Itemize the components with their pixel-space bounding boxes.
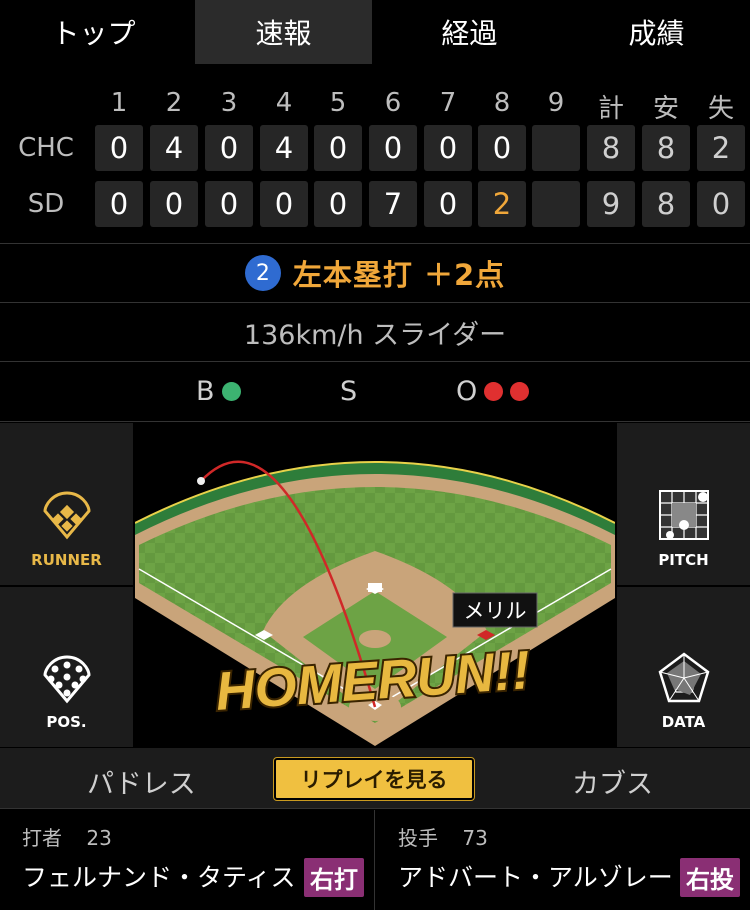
top-tabs: トップ 速報 経過 成績 bbox=[0, 0, 750, 64]
inning-score: 0 bbox=[314, 125, 362, 171]
play-text: 左本塁打 ＋2点 bbox=[292, 258, 506, 292]
tab-stats[interactable]: 成績 bbox=[563, 0, 750, 64]
tab-live[interactable]: 速報 bbox=[195, 0, 372, 64]
data-button[interactable]: DATA bbox=[617, 587, 750, 747]
total-score: 8 bbox=[587, 125, 635, 171]
tab-top[interactable]: トップ bbox=[0, 0, 187, 64]
out-dot bbox=[510, 382, 529, 401]
batter-hand-badge: 右打 bbox=[304, 858, 364, 897]
inning-header: 9 bbox=[547, 88, 565, 118]
inning-header: 失 bbox=[707, 94, 734, 124]
count-indicator: B S O bbox=[0, 362, 750, 420]
inning-score: 0 bbox=[95, 181, 143, 227]
inning-score: 4 bbox=[260, 125, 308, 171]
divider bbox=[0, 808, 750, 809]
out-dot bbox=[484, 382, 503, 401]
runner-label: RUNNER bbox=[31, 551, 102, 569]
batter-name: フェルナンド・タティス bbox=[22, 863, 296, 892]
inning-score: 0 bbox=[260, 181, 308, 227]
team-name: CHC bbox=[18, 133, 74, 163]
batter-role: 打者 23 bbox=[22, 822, 112, 851]
pitch-label: PITCH bbox=[658, 551, 709, 569]
inning-header: 安 bbox=[652, 94, 679, 124]
ball-label: B bbox=[196, 376, 215, 407]
pitcher-role-label: 投手 bbox=[398, 826, 438, 850]
total-score: 8 bbox=[642, 125, 690, 171]
runner-icon bbox=[42, 491, 91, 540]
inning-score: 0 bbox=[369, 125, 417, 171]
position-button[interactable]: POS. bbox=[0, 587, 133, 747]
inning-score bbox=[532, 125, 580, 171]
inning-score: 0 bbox=[205, 181, 253, 227]
inning-score: 0 bbox=[205, 125, 253, 171]
inning-score: 2 bbox=[478, 181, 526, 227]
inning-score: 0 bbox=[424, 181, 472, 227]
out-label: O bbox=[456, 376, 478, 407]
inning-score: 0 bbox=[424, 125, 472, 171]
inning-score: 0 bbox=[150, 181, 198, 227]
tab-padres[interactable]: パドレス bbox=[87, 762, 196, 801]
total-score: 8 bbox=[642, 181, 690, 227]
inning-score: 4 bbox=[150, 125, 198, 171]
divider bbox=[374, 810, 375, 910]
total-score: 2 bbox=[697, 125, 745, 171]
outs-badge: 2 bbox=[244, 255, 281, 291]
pos-label: POS. bbox=[46, 713, 87, 731]
total-score: 9 bbox=[587, 181, 635, 227]
inning-header: 7 bbox=[439, 88, 457, 118]
inning-header: 4 bbox=[275, 88, 293, 118]
baseball-field: メリル HOMERUN!! bbox=[135, 460, 615, 746]
runner-button[interactable]: RUNNER bbox=[0, 423, 133, 585]
strike-zone-icon bbox=[658, 490, 709, 540]
pitcher-name: アドバート・アルゾレー bbox=[398, 863, 673, 892]
ball-dot bbox=[222, 382, 241, 401]
inning-score: 0 bbox=[478, 125, 526, 171]
inning-score bbox=[532, 181, 580, 227]
inning-score: 7 bbox=[369, 181, 417, 227]
pitcher-role: 投手 73 bbox=[398, 822, 488, 851]
inning-score: 0 bbox=[95, 125, 143, 171]
pitcher-hand-badge: 右投 bbox=[680, 858, 740, 897]
strike-label: S bbox=[340, 376, 358, 407]
inning-header: 5 bbox=[329, 88, 347, 118]
batter-role-label: 打者 bbox=[22, 826, 62, 850]
tab-progress[interactable]: 経過 bbox=[376, 0, 563, 64]
fielder-label: メリル bbox=[464, 599, 527, 623]
inning-header: 8 bbox=[493, 88, 511, 118]
divider bbox=[0, 421, 750, 422]
field-view: メリル HOMERUN!! bbox=[135, 423, 615, 746]
data-label: DATA bbox=[661, 713, 706, 731]
positions-icon bbox=[42, 655, 91, 704]
total-score: 0 bbox=[697, 181, 745, 227]
batter-number: 23 bbox=[86, 826, 112, 850]
tab-cubs[interactable]: カブス bbox=[572, 762, 653, 801]
pitch-button[interactable]: PITCH bbox=[617, 423, 750, 585]
pitcher-number: 73 bbox=[462, 826, 488, 850]
replay-button[interactable]: リプレイを見る bbox=[273, 757, 475, 801]
play-result: 2 左本塁打 ＋2点 bbox=[0, 244, 750, 302]
inning-header: 1 bbox=[110, 88, 128, 118]
radar-chart-icon bbox=[658, 652, 709, 703]
inning-header: 2 bbox=[165, 88, 183, 118]
inning-score: 0 bbox=[314, 181, 362, 227]
inning-header: 計 bbox=[597, 94, 624, 124]
team-name: SD bbox=[27, 189, 65, 219]
pitch-info: 136km/h スライダー bbox=[243, 319, 507, 351]
inning-header: 6 bbox=[384, 88, 402, 118]
pitcher-panel[interactable]: 投手 73 アドバート・アルゾレー 右投 bbox=[376, 810, 750, 910]
scoreboard: 1 2 3 4 5 6 7 8 9 計安失 CHC 0 4 0 4 0 0 0 0 8 8 2 SD 0 0 0 0 0 7 0 2 9 8 0 bbox=[0, 64, 750, 242]
inning-header: 3 bbox=[220, 88, 238, 118]
batter-panel[interactable]: 打者 23 フェルナンド・タティス 右打 bbox=[0, 810, 374, 910]
